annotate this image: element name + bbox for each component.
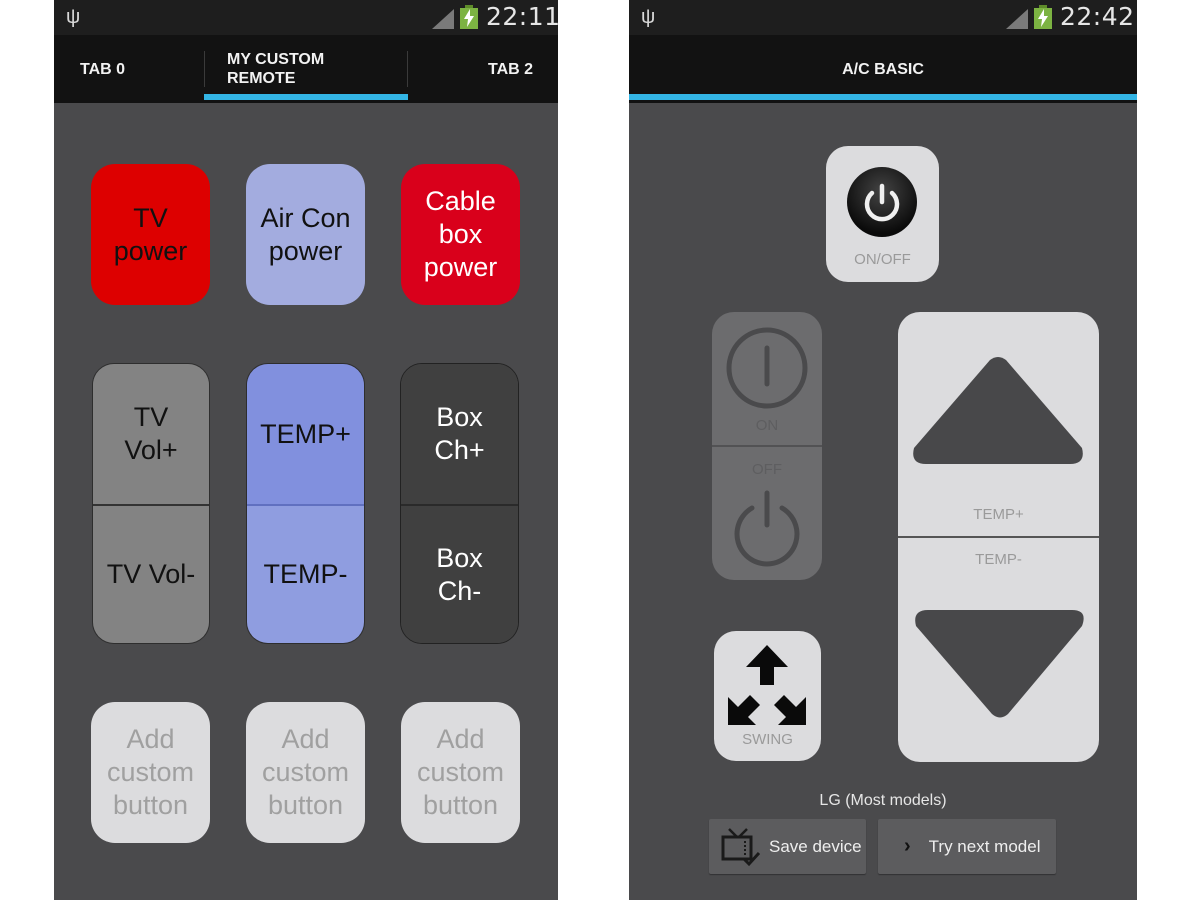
power-on-icon — [726, 327, 808, 409]
temp-rocker: TEMP+ TEMP- — [898, 312, 1099, 762]
tv-power-label: TV power — [113, 202, 188, 266]
status-time: 22:11 — [486, 2, 558, 31]
tab-2[interactable]: TAB 2 — [488, 35, 533, 103]
try-next-model-button[interactable]: › Try next model — [878, 819, 1056, 874]
power-off-icon — [734, 490, 800, 567]
screen-title: A/C BASIC — [842, 60, 924, 78]
tab-0[interactable]: TAB 0 — [80, 35, 125, 103]
ac-basic-screen: ψ 22:42 A/C BASIC ON/OFF ON OFF TEMP+ TE… — [629, 0, 1137, 900]
temp-up-button[interactable]: TEMP+ — [247, 364, 364, 504]
save-device-button[interactable]: Save device — [709, 819, 866, 874]
swing-arrows-icon — [728, 645, 806, 725]
swing-label: SWING — [742, 731, 793, 748]
battery-charging-icon — [1034, 5, 1052, 29]
save-device-label: Save device — [769, 836, 862, 856]
aircon-power-label: Air Con power — [260, 202, 351, 266]
power-icon — [847, 167, 917, 237]
on-off-split-button: ON OFF — [712, 312, 822, 580]
battery-charging-icon — [460, 5, 478, 29]
tv-check-icon — [721, 827, 761, 866]
tv-vol-up-label: TV Vol+ — [124, 402, 178, 465]
tv-volume-rocker: TV Vol+ TV Vol- — [92, 363, 210, 644]
temp-up-label: TEMP+ — [973, 506, 1024, 523]
tv-vol-down-button[interactable]: TV Vol- — [93, 506, 209, 643]
on-label: ON — [755, 417, 779, 434]
off-label: OFF — [752, 461, 782, 478]
signal-icon — [432, 9, 454, 29]
tv-power-button[interactable]: TV power — [91, 164, 210, 305]
temp-down-button[interactable]: TEMP- — [898, 538, 1099, 762]
on-off-button[interactable]: ON/OFF — [826, 146, 939, 282]
add-custom-label: Add custom button — [261, 724, 350, 820]
status-time: 22:42 — [1060, 2, 1135, 31]
temp-up-label: TEMP+ — [260, 418, 351, 449]
on-off-label: ON/OFF — [854, 251, 911, 268]
off-button[interactable]: OFF — [712, 447, 822, 580]
temp-up-button[interactable]: TEMP+ — [898, 312, 1099, 536]
box-channel-rocker: Box Ch+ Box Ch- — [400, 363, 519, 644]
box-ch-up-label: Box Ch+ — [434, 402, 485, 465]
add-custom-button[interactable]: Add custom button — [246, 702, 365, 843]
usb-icon: ψ — [66, 6, 81, 28]
model-label: LG (Most models) — [819, 792, 947, 809]
temp-rocker: TEMP+ TEMP- — [246, 363, 365, 644]
triangle-up-icon — [913, 357, 1083, 464]
add-custom-button[interactable]: Add custom button — [91, 702, 210, 843]
status-bar: ψ 22:42 — [629, 0, 1137, 35]
add-custom-button[interactable]: Add custom button — [401, 702, 520, 843]
temp-down-label: TEMP- — [975, 551, 1022, 568]
temp-down-label: TEMP- — [263, 559, 348, 589]
cable-box-power-button[interactable]: Cable box power — [401, 164, 520, 305]
tv-vol-up-button[interactable]: TV Vol+ — [93, 364, 209, 504]
tab-divider — [204, 51, 205, 87]
add-custom-label: Add custom button — [106, 724, 195, 820]
custom-remote-screen: ψ 22:11 TAB 0 MY CUSTOM REMOTE TAB 2 TV … — [54, 0, 558, 900]
box-ch-up-button[interactable]: Box Ch+ — [401, 364, 518, 504]
temp-down-button[interactable]: TEMP- — [247, 506, 364, 643]
on-button[interactable]: ON — [712, 312, 822, 445]
tab-bar: TAB 0 MY CUSTOM REMOTE TAB 2 — [54, 35, 558, 103]
box-ch-down-button[interactable]: Box Ch- — [401, 506, 518, 643]
tab-my-custom-remote[interactable]: MY CUSTOM REMOTE — [227, 35, 324, 103]
try-next-model-label: Try next model — [928, 836, 1041, 856]
box-ch-down-label: Box Ch- — [436, 542, 483, 606]
swing-button[interactable]: SWING — [714, 631, 821, 761]
triangle-down-icon — [915, 610, 1084, 718]
title-indicator — [629, 94, 1137, 100]
title-bar: A/C BASIC — [629, 35, 1137, 103]
tv-vol-down-label: TV Vol- — [106, 559, 196, 589]
aircon-power-button[interactable]: Air Con power — [246, 164, 365, 305]
tab-divider — [407, 51, 408, 87]
status-bar: ψ 22:11 — [54, 0, 558, 35]
selected-tab-indicator — [204, 94, 408, 100]
add-custom-label: Add custom button — [416, 724, 505, 820]
cable-box-power-label: Cable box power — [423, 186, 498, 282]
usb-icon: ψ — [641, 6, 656, 28]
signal-icon — [1006, 9, 1028, 29]
chevron-right-icon: › — [904, 835, 911, 857]
